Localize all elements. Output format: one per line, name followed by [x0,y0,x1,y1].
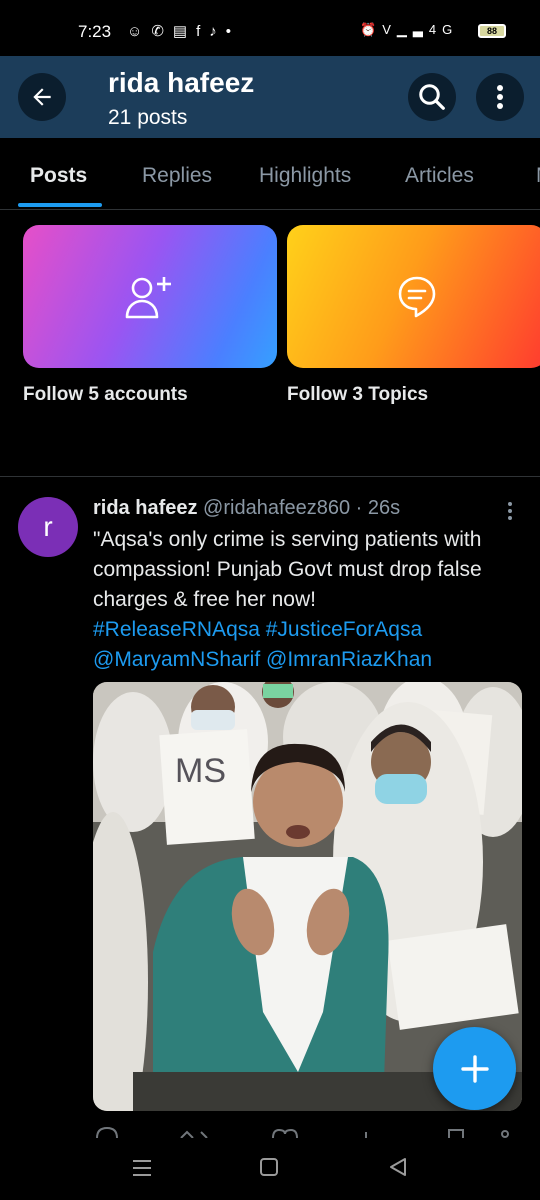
section-divider [0,476,540,477]
tweet-text: "Aqsa's only crime is serving patients w… [93,528,482,611]
more-vertical-icon [497,85,503,109]
volte-icon: V [382,22,397,37]
tiktok-icon: ♪ [209,23,226,40]
more-options-button[interactable] [476,73,524,121]
follow-topics-label[interactable]: Follow 3 Topics [287,384,428,406]
avatar[interactable]: r [18,497,78,557]
like-icon [272,1128,298,1138]
facebook-icon: f [196,23,210,40]
tab-highlights[interactable]: Highlights [259,164,351,188]
system-icons: ⏰V▁▃4G [360,22,458,38]
arrow-left-icon [33,88,51,106]
search-button[interactable] [408,73,456,121]
tweet-actions [93,1124,523,1138]
whatsapp-icon: ✆ [151,23,173,40]
back-button[interactable] [18,73,66,121]
tab-articles[interactable]: Articles [405,164,474,188]
battery-indicator: 88 [478,24,506,38]
bookmark-icon [448,1129,464,1138]
tweet-time: · 26s [350,497,401,519]
tweet-hashtags[interactable]: #ReleaseRNAqsa #JusticeForAqsa [93,615,422,645]
tab-replies[interactable]: Replies [142,164,212,188]
profile-name: rida hafeez [108,67,255,98]
tab-posts[interactable]: Posts [30,164,87,188]
dot-icon: • [225,23,241,40]
add-user-icon [125,276,171,318]
active-tab-indicator [18,203,102,207]
tweet-author[interactable]: rida hafeez [93,497,197,519]
follow-accounts-card[interactable] [23,225,277,368]
system-navigation-bar [0,1140,540,1200]
recent-apps-icon[interactable] [131,1158,153,1178]
reply-icon [96,1126,118,1138]
plus-icon [460,1054,489,1083]
post-count: 21 posts [108,106,188,129]
tweet-handle[interactable]: @ridahafeez860 [203,497,350,519]
follow-accounts-label[interactable]: Follow 5 accounts [23,384,188,406]
tweet-mentions[interactable]: @MaryamNSharif @ImranRiazKhan [93,645,432,675]
snapchat-icon: ☺ [127,23,152,40]
sim-icon: ▤ [172,23,197,40]
notification-icons: ☺✆▤f♪• [127,22,240,40]
back-nav-icon[interactable] [388,1157,408,1177]
protest-sign-text: MS [175,752,226,790]
home-icon[interactable] [259,1157,279,1177]
repost-icon [180,1130,208,1138]
share-icon [501,1130,509,1138]
topic-bubble-icon [398,276,436,317]
tab-media[interactable]: M [536,164,540,188]
status-time: 7:23 [78,22,112,41]
follow-topics-card[interactable] [287,225,540,368]
tweet-more-icon[interactable] [502,500,518,524]
profile-header: rida hafeez 21 posts [0,56,540,138]
signal-icon: ▁▃ [396,22,429,37]
alarm-icon: ⏰ [360,22,383,37]
status-bar: 7:23 ☺✆▤f♪• ⏰V▁▃4G 88 [0,0,540,56]
compose-post-button[interactable] [433,1027,516,1110]
profile-tabs: Posts Replies Highlights Articles M [0,138,540,210]
signal-4g-icon: 4G [428,22,459,37]
tweet-header: rida hafeez @ridahafeez860 · 26s [93,497,400,520]
search-icon [419,84,445,110]
